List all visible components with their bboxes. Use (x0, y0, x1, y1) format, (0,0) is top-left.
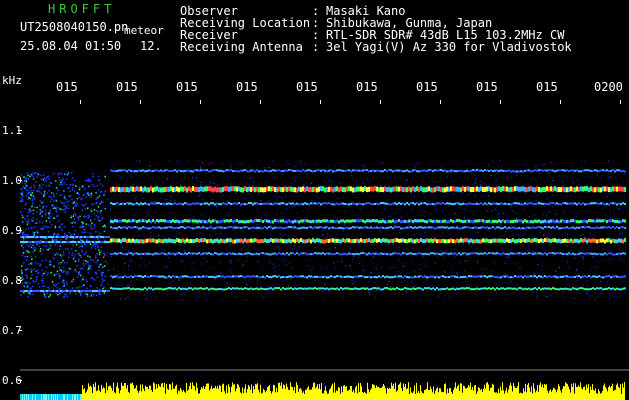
spectrogram (18, 100, 629, 400)
signal-trace (20, 382, 625, 400)
spectrogram-bands (20, 160, 626, 301)
